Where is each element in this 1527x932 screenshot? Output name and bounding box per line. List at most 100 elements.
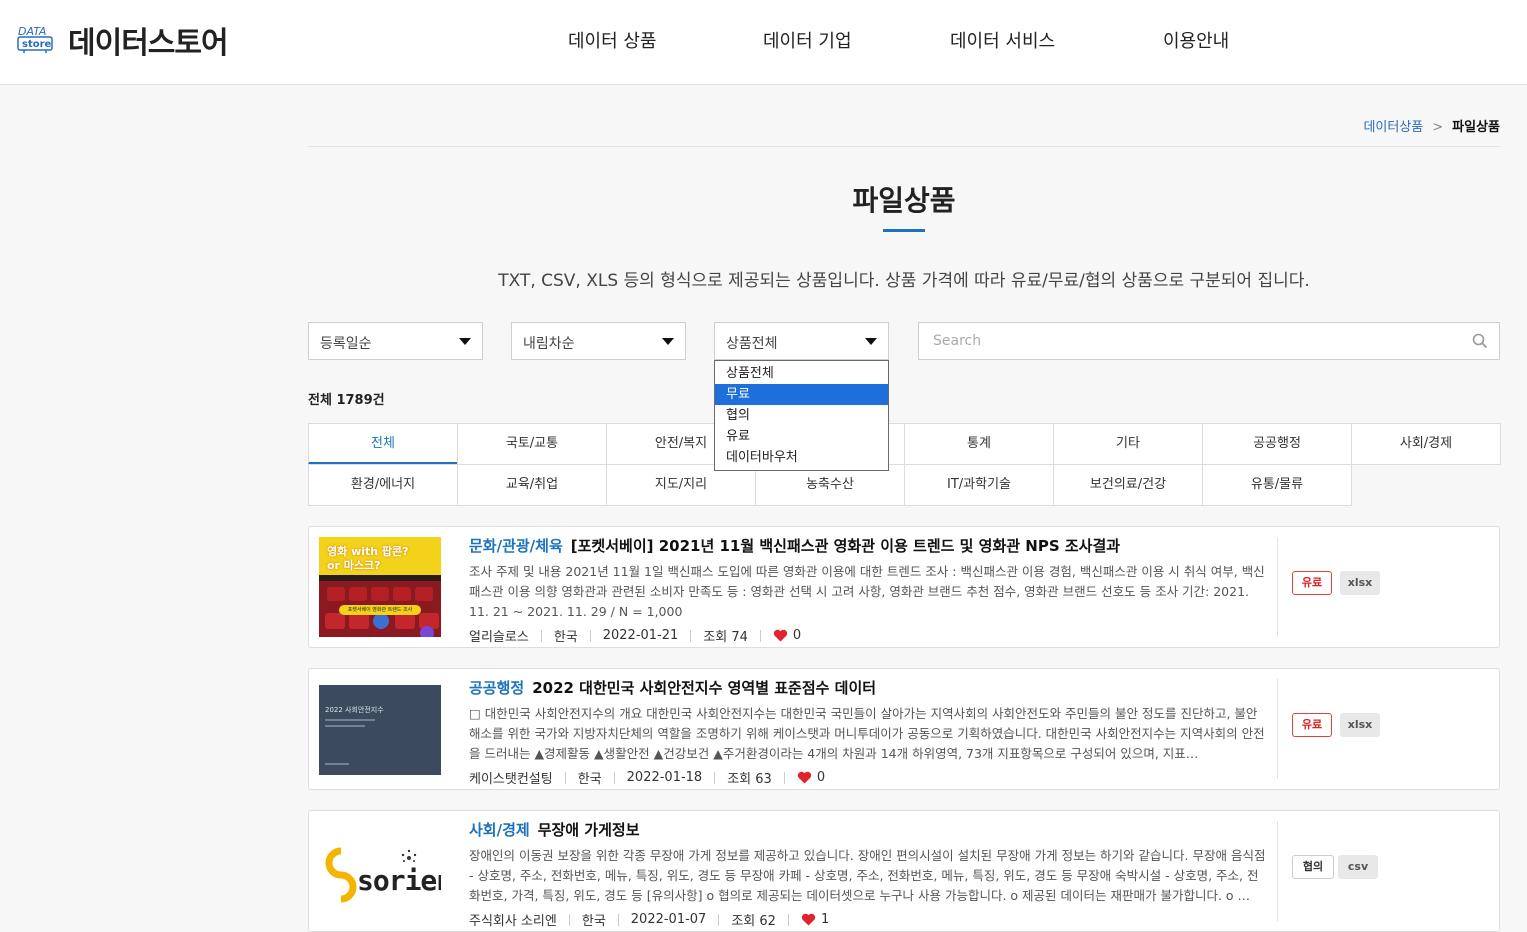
meta-separator — [540, 629, 542, 642]
price-type-select[interactable]: 상품전체 — [714, 322, 889, 360]
product-likes: 0 — [816, 770, 826, 785]
product-meta: 주식회사 소리엔 한국 2022-01-07 조회 62 1 — [469, 910, 1269, 929]
product-category[interactable]: 공공행정 — [469, 679, 524, 697]
nav-data-products[interactable]: 데이터 상품 — [568, 27, 657, 53]
product-card[interactable]: sorien 사회/경제 무장애 가게정보 장애인의 이동권 보장을 위한 각종 … — [308, 810, 1500, 932]
product-thumbnail[interactable]: 2022 사회안전지수 — [319, 679, 441, 779]
price-type-select-value: 상품전체 — [726, 336, 778, 352]
product-date: 2022-01-21 — [602, 628, 679, 643]
product-provider: 주식회사 소리엔 — [469, 914, 557, 929]
logo-icon[interactable]: DATA store — [16, 20, 56, 56]
sort-select[interactable]: 등록일순 — [308, 322, 483, 360]
search-icon[interactable] — [1472, 333, 1488, 349]
meta-separator — [759, 629, 761, 642]
product-date: 2022-01-07 — [630, 912, 707, 927]
caret-down-icon — [865, 338, 877, 345]
chevron-right-icon: > — [1432, 120, 1444, 135]
tab-public-admin[interactable]: 공공행정 — [1202, 423, 1352, 465]
format-badge: xlsx — [1340, 713, 1380, 737]
product-description: 조사 주제 및 내용 2021년 11월 1일 백신패스 도입에 따른 영화관 … — [469, 564, 1265, 619]
product-card[interactable]: 2022 사회안전지수 공공행정 2022 대한민국 사회안전지수 영역별 표준점… — [308, 668, 1500, 790]
nav-guide[interactable]: 이용안내 — [1163, 27, 1229, 53]
product-title-row[interactable]: 공공행정 2022 대한민국 사회안전지수 영역별 표준점수 데이터 — [469, 677, 1269, 698]
page-description: TXT, CSV, XLS 등의 형식으로 제공되는 상품입니다. 상품 가격에… — [498, 271, 1310, 291]
dropdown-option-negotiable[interactable]: 협의 — [715, 405, 888, 426]
meta-separator — [714, 771, 716, 784]
product-title-row[interactable]: 문화/관광/체육 [포켓서베이] 2021년 11월 백신패스관 영화관 이용 트… — [469, 535, 1269, 556]
search-box — [918, 322, 1500, 360]
product-provider: 얼리슬로스 — [469, 630, 529, 645]
product-title-row[interactable]: 사회/경제 무장애 가게정보 — [469, 819, 1269, 840]
divider — [308, 146, 1500, 147]
product-title[interactable]: [포켓서베이] 2021년 11월 백신패스관 영화관 이용 트렌드 및 영화관… — [571, 537, 1120, 555]
meta-separator — [564, 771, 566, 784]
order-select-value: 내림차순 — [523, 336, 575, 352]
product-country: 한국 — [553, 630, 578, 645]
product-body: 사회/경제 무장애 가게정보 장애인의 이동권 보장을 위한 각종 무장애 가게 … — [469, 819, 1269, 929]
product-category[interactable]: 문화/관광/체육 — [469, 537, 563, 555]
tab-statistics[interactable]: 통계 — [904, 423, 1054, 465]
product-card[interactable]: 영화 with 팝콘? or 마스크? 포켓서베이 영화관 트렌드 조사 문화/… — [308, 526, 1500, 648]
tab-it-science[interactable]: IT/과학기술 — [904, 464, 1054, 506]
product-meta: 얼리슬로스 한국 2022-01-21 조회 74 0 — [469, 626, 1269, 645]
thumbnail-text-1: sorien — [357, 864, 441, 897]
product-body: 문화/관광/체육 [포켓서베이] 2021년 11월 백신패스관 영화관 이용 트… — [469, 535, 1269, 645]
product-description: 장애인의 이동권 보장을 위한 각종 무장애 가게 정보를 제공하고 있습니다.… — [469, 848, 1266, 903]
site-name[interactable]: 데이터스토어 — [68, 18, 229, 62]
meta-separator — [787, 913, 789, 926]
price-badge: 유료 — [1292, 713, 1332, 737]
heart-icon[interactable] — [801, 913, 816, 926]
product-likes: 0 — [792, 628, 802, 643]
format-badge: csv — [1338, 855, 1378, 879]
meta-separator — [617, 913, 619, 926]
card-divider — [1277, 821, 1278, 921]
product-views: 조회 74 — [703, 630, 748, 645]
dropdown-option-voucher[interactable]: 데이터바우처 — [715, 447, 888, 468]
search-input[interactable] — [919, 323, 1439, 359]
product-provider: 케이스탯컨설팅 — [469, 772, 553, 787]
heart-icon[interactable] — [797, 771, 812, 784]
product-country: 한국 — [581, 914, 606, 929]
tab-environment[interactable]: 환경/에너지 — [308, 464, 458, 506]
tab-distribution[interactable]: 유통/물류 — [1202, 464, 1352, 506]
product-likes: 1 — [820, 912, 830, 927]
page-title: 파일상품 — [852, 184, 956, 217]
meta-separator — [690, 629, 692, 642]
dropdown-option-free[interactable]: 무료 — [715, 384, 888, 405]
thumbnail-text-2: or 마스크? — [327, 559, 381, 572]
tab-health[interactable]: 보건의료/건강 — [1053, 464, 1203, 506]
product-views: 조회 63 — [727, 772, 772, 787]
heart-icon[interactable] — [773, 629, 788, 642]
product-title[interactable]: 2022 대한민국 사회안전지수 영역별 표준점수 데이터 — [532, 679, 876, 697]
order-select[interactable]: 내림차순 — [511, 322, 686, 360]
format-badge: xlsx — [1340, 571, 1380, 595]
dropdown-option-all[interactable]: 상품전체 — [715, 363, 888, 384]
tab-etc[interactable]: 기타 — [1053, 423, 1203, 465]
meta-separator — [568, 913, 570, 926]
meta-separator — [613, 771, 615, 784]
breadcrumb-parent[interactable]: 데이터상품 — [1363, 120, 1423, 135]
product-category[interactable]: 사회/경제 — [469, 821, 530, 839]
product-thumbnail[interactable]: sorien — [319, 821, 441, 921]
product-meta: 케이스탯컨설팅 한국 2022-01-18 조회 63 0 — [469, 768, 1269, 787]
dropdown-option-paid[interactable]: 유료 — [715, 426, 888, 447]
product-date: 2022-01-18 — [626, 770, 703, 785]
product-title[interactable]: 무장애 가게정보 — [538, 821, 640, 839]
meta-separator — [783, 771, 785, 784]
price-badge: 협의 — [1292, 855, 1334, 879]
product-thumbnail[interactable]: 영화 with 팝콘? or 마스크? 포켓서베이 영화관 트렌드 조사 — [319, 537, 441, 637]
breadcrumb: 데이터상품 > 파일상품 — [1363, 116, 1500, 135]
tab-society-economy[interactable]: 사회/경제 — [1351, 423, 1501, 465]
price-badge: 유료 — [1292, 571, 1332, 595]
tab-all[interactable]: 전체 — [308, 423, 458, 465]
price-type-dropdown: 상품전체 무료 협의 유료 데이터바우처 — [714, 360, 889, 471]
tab-transport[interactable]: 국토/교통 — [457, 423, 607, 465]
thumbnail-caption: 포켓서베이 영화관 트렌드 조사 — [347, 607, 413, 613]
card-divider — [1277, 537, 1278, 637]
svg-text:DATA: DATA — [18, 25, 46, 38]
meta-separator — [718, 913, 720, 926]
caret-down-icon — [662, 338, 674, 345]
tab-education[interactable]: 교육/취업 — [457, 464, 607, 506]
nav-data-services[interactable]: 데이터 서비스 — [950, 27, 1055, 53]
nav-data-companies[interactable]: 데이터 기업 — [763, 27, 852, 53]
